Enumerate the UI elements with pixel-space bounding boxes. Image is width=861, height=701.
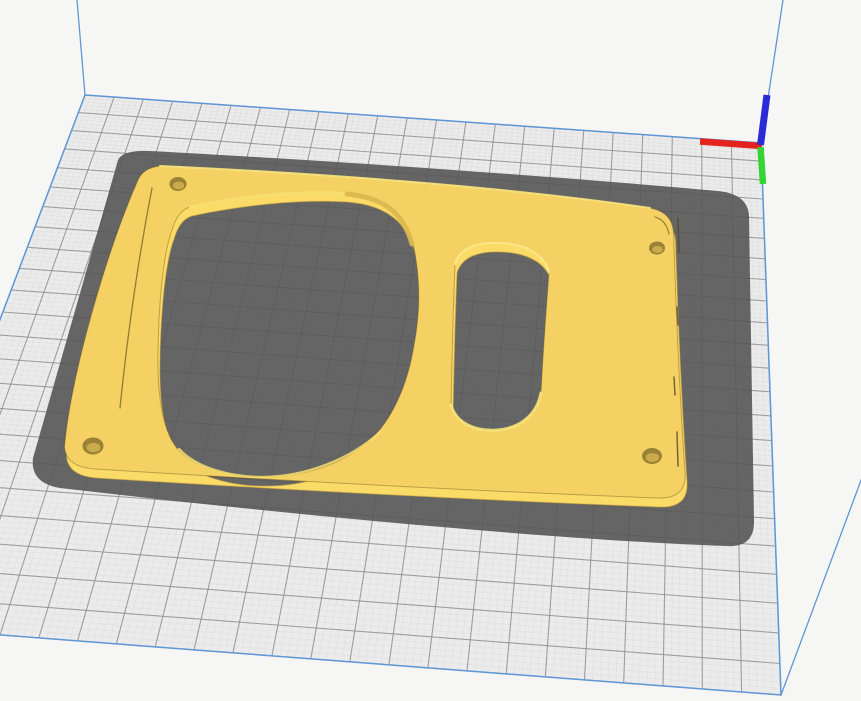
right-edge-tick-3 xyxy=(674,377,675,395)
screw-hole-inner xyxy=(646,453,660,462)
screw-hole-inner xyxy=(652,246,663,253)
viewport-3d[interactable] xyxy=(0,0,861,701)
scene-canvas[interactable] xyxy=(0,0,861,701)
right-edge-tick-4 xyxy=(677,432,678,466)
screw-hole xyxy=(83,438,104,455)
screw-hole xyxy=(642,448,662,464)
screw-hole-inner xyxy=(173,182,185,190)
x-axis-arrow xyxy=(700,142,762,147)
y-axis-arrow xyxy=(761,147,764,184)
screw-hole xyxy=(649,242,665,255)
screw-hole-inner xyxy=(86,443,100,452)
right-edge-tick-1 xyxy=(678,218,679,252)
right-edge-tick-2 xyxy=(677,307,678,325)
screw-hole xyxy=(170,177,187,191)
